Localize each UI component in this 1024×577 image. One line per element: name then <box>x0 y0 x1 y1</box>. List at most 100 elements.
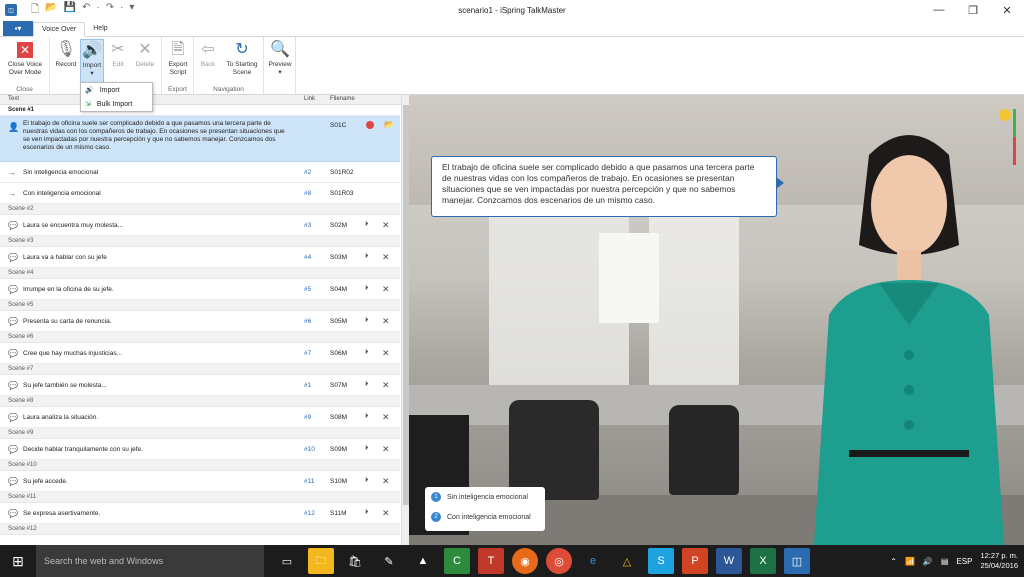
scene-header[interactable]: Scene #2 <box>0 204 400 215</box>
import-button[interactable]: 🔊 Import ▾ <box>80 39 104 83</box>
scene-header[interactable]: Scene #7 <box>0 364 400 375</box>
row-link[interactable]: #2 <box>304 169 311 176</box>
play-icon[interactable]: ⏵ <box>365 253 369 261</box>
scene-header[interactable]: Scene #11 <box>0 492 400 503</box>
menu-item-import[interactable]: 🔊 Import <box>81 83 152 97</box>
table-row[interactable]: 💬 Irrumpe en la oficina de su jefe. #5 S04M… <box>0 279 400 300</box>
minimize-button[interactable]: — <box>922 0 956 20</box>
remove-icon[interactable]: ✕ <box>382 380 390 391</box>
tray-chevron-icon[interactable]: ⌃ <box>890 557 897 566</box>
table-row[interactable]: 💬 Decide hablar tranquilamente con su jef… <box>0 439 400 460</box>
store-icon[interactable]: 🛍 <box>342 548 368 574</box>
undo-dropdown-icon[interactable]: · <box>96 2 99 19</box>
file-tab[interactable]: ▪▾ <box>3 21 33 36</box>
row-link[interactable]: #10 <box>304 446 315 453</box>
row-link[interactable]: #1 <box>304 382 311 389</box>
header-filename[interactable]: Filename <box>330 96 355 102</box>
row-link[interactable]: #7 <box>304 350 311 357</box>
scene-header[interactable]: Scene #12 <box>0 524 400 535</box>
remove-icon[interactable]: ✕ <box>382 284 390 295</box>
choice-option-2[interactable]: 2 Con inteligencia emocional <box>425 507 545 527</box>
play-icon[interactable]: ⏵ <box>365 509 369 517</box>
row-link[interactable]: #6 <box>304 318 311 325</box>
remove-icon[interactable]: ✕ <box>382 508 390 519</box>
play-icon[interactable]: ⏵ <box>365 445 369 453</box>
remove-icon[interactable]: ✕ <box>382 220 390 231</box>
scene-header[interactable]: Scene #8 <box>0 396 400 407</box>
scrollbar[interactable] <box>401 95 409 545</box>
tab-voice-over[interactable]: Voice Over <box>33 22 86 37</box>
table-row[interactable]: 💬 Su jefe accede. #11 S10M ⏵ ✕ <box>0 471 400 492</box>
clock[interactable]: 12:27 p. m. 25/04/2016 <box>980 551 1018 571</box>
remove-icon[interactable]: ✕ <box>382 412 390 423</box>
folder-icon[interactable]: 📂 <box>384 120 394 129</box>
remove-icon[interactable]: ✕ <box>382 252 390 263</box>
redo-icon[interactable]: ↷ <box>106 2 114 19</box>
scene-header[interactable]: Scene #1 <box>0 105 400 116</box>
vlc-icon[interactable]: ▲ <box>410 548 436 574</box>
file-explorer-icon[interactable]: 🗀 <box>308 548 334 574</box>
language-indicator[interactable]: ESP <box>956 557 972 566</box>
play-icon[interactable]: ⏵ <box>365 285 369 293</box>
search-input[interactable]: Search the web and Windows <box>36 545 264 577</box>
to-starting-scene-button[interactable]: ↻ To Starting Scene <box>222 39 262 77</box>
play-icon[interactable]: ⏵ <box>365 221 369 229</box>
remove-icon[interactable]: ✕ <box>382 476 390 487</box>
table-row-selected[interactable]: 👤 El trabajo de oficina suele ser compli… <box>0 116 400 162</box>
task-view-icon[interactable]: ▭ <box>274 548 300 574</box>
close-voice-over-button[interactable]: ✕ Close Voice Over Mode <box>4 39 46 77</box>
table-row[interactable]: 💬 Laura va a hablar con su jefe #4 S03M ⏵ ✕ <box>0 247 400 268</box>
inkscape-icon[interactable]: ✎ <box>376 548 402 574</box>
table-row[interactable]: 💬 Presenta su carta de renuncia. #6 S05M ⏵ ✕ <box>0 311 400 332</box>
row-link[interactable]: #3 <box>304 222 311 229</box>
table-row[interactable]: → Con inteligencia emocional #8 S01R03 <box>0 183 400 204</box>
preview-button[interactable]: 🔍 Preview ▾ <box>267 39 293 77</box>
redo-dropdown-icon[interactable]: · <box>120 2 123 19</box>
undo-icon[interactable]: ↶ <box>82 2 90 19</box>
row-link[interactable]: #5 <box>304 286 311 293</box>
volume-icon[interactable]: 🔊 <box>923 557 933 566</box>
scene-header[interactable]: Scene #10 <box>0 460 400 471</box>
row-link[interactable]: #8 <box>304 190 311 197</box>
export-script-button[interactable]: 🗎 Export Script <box>165 39 191 77</box>
menu-item-bulk-import[interactable]: ⇲ Bulk Import <box>81 97 152 111</box>
notifications-icon[interactable]: ▤ <box>941 557 949 566</box>
table-row[interactable]: 💬 Su jefe también se molesta... #1 S07M ⏵ ✕ <box>0 375 400 396</box>
customize-qat-icon[interactable]: ▾ <box>129 2 134 19</box>
row-link[interactable]: #12 <box>304 510 315 517</box>
table-row[interactable]: 💬 Laura se encuentra muy molesta... #3 S02M… <box>0 215 400 236</box>
word-icon[interactable]: W <box>716 548 742 574</box>
scene-header[interactable]: Scene #3 <box>0 236 400 247</box>
play-icon[interactable]: ⏵ <box>365 317 369 325</box>
play-icon[interactable]: ⏵ <box>365 413 369 421</box>
close-window-button[interactable]: ✕ <box>990 0 1024 20</box>
scene-header[interactable]: Scene #9 <box>0 428 400 439</box>
camtasia-icon[interactable]: C <box>444 548 470 574</box>
network-icon[interactable]: 📶 <box>905 557 915 566</box>
remove-icon[interactable]: ✕ <box>382 348 390 359</box>
save-icon[interactable]: 💾 <box>64 2 76 19</box>
choice-option-1[interactable]: 1 Sin inteligencia emocional <box>425 487 545 507</box>
scene-header[interactable]: Scene #5 <box>0 300 400 311</box>
remove-icon[interactable]: ✕ <box>382 444 390 455</box>
table-row[interactable]: 💬 Cree que hay muchas injusticias... #7 S06… <box>0 343 400 364</box>
emotion-indicator[interactable] <box>998 107 1018 167</box>
table-row[interactable]: 💬 Laura analiza la situación. #9 S08M ⏵ ✕ <box>0 407 400 428</box>
windows-start-icon[interactable]: ⊞ <box>0 545 36 577</box>
play-icon[interactable]: ⏵ <box>365 349 369 357</box>
excel-icon[interactable]: X <box>750 548 776 574</box>
header-text[interactable]: Text <box>8 96 19 102</box>
play-icon[interactable]: ⏵ <box>365 381 369 389</box>
edit-button[interactable]: ✂ Edit <box>107 39 129 69</box>
row-link[interactable]: #4 <box>304 254 311 261</box>
google-drive-icon[interactable]: △ <box>614 548 640 574</box>
scene-header[interactable]: Scene #6 <box>0 332 400 343</box>
record-dot-icon[interactable] <box>366 121 374 129</box>
table-row[interactable]: → Sin inteligencia emocional #2 S01R02 <box>0 162 400 183</box>
new-icon[interactable]: 🗋 <box>31 2 39 19</box>
skype-icon[interactable]: S <box>648 548 674 574</box>
table-row[interactable]: 💬 Se expresa asertivamente. #12 S11M ⏵ ✕ <box>0 503 400 524</box>
firefox-icon[interactable]: ◉ <box>512 548 538 574</box>
delete-button[interactable]: ✕ Delete <box>132 39 158 69</box>
chrome-icon[interactable]: ◎ <box>546 548 572 574</box>
